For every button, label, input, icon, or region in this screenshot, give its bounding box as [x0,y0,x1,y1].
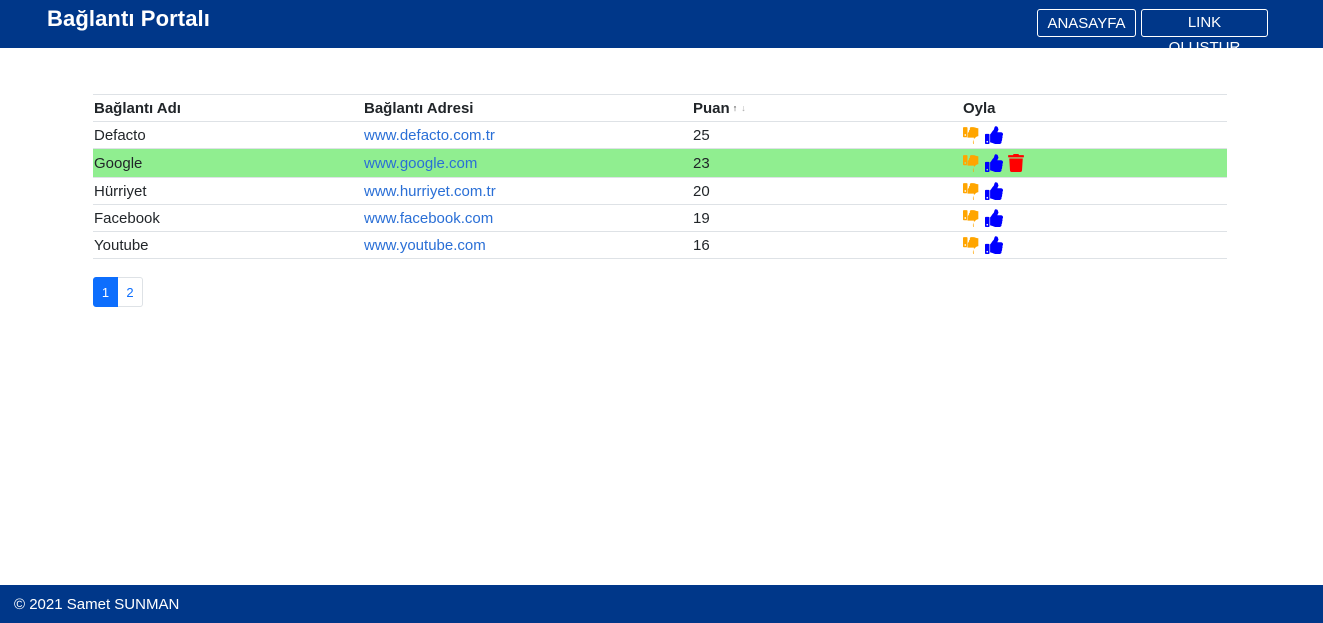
arrow-up-icon[interactable]: ↑ [733,103,738,113]
link-name: Youtube [93,231,363,259]
table-row: Google www.google.com 23 [93,148,1227,178]
link-score: 19 [692,204,962,232]
thumbs-down-icon[interactable] [963,209,981,227]
link-url-cell: www.google.com [363,148,692,178]
table-row: Hürriyet www.hurriyet.com.tr 20 [93,177,1227,205]
page-1-button[interactable]: 1 [93,277,118,307]
vote-cell [962,231,1227,259]
link-score: 20 [692,177,962,205]
link-url[interactable]: www.facebook.com [364,210,493,227]
table-header-row: Bağlantı Adı Bağlantı Adresi Puan ↑ ↓ Oyla [93,94,1227,122]
link-name: Defacto [93,121,363,149]
link-score: 25 [692,121,962,149]
column-header-score-label[interactable]: Puan [693,100,730,117]
pagination: 1 2 [93,277,143,307]
vote-cell [962,148,1227,178]
column-header-name: Bağlantı Adı [93,94,363,122]
create-link-button[interactable]: LINK OLUŞTUR [1141,9,1268,56]
link-url-cell: www.defacto.com.tr [363,121,692,149]
thumbs-up-icon[interactable] [985,126,1003,144]
thumbs-down-icon[interactable] [963,236,981,254]
table-row: Defacto www.defacto.com.tr 25 [93,121,1227,149]
thumbs-up-icon[interactable] [985,209,1003,227]
home-button[interactable]: ANASAYFA [1037,9,1136,37]
arrow-down-icon[interactable]: ↓ [741,103,746,113]
table-row: Youtube www.youtube.com 16 [93,231,1227,259]
footer-copyright: © 2021 Samet SUNMAN [14,596,180,613]
top-navbar: Bağlantı Portalı ANASAYFA LINK OLUŞTUR [0,0,1323,56]
link-url[interactable]: www.youtube.com [364,237,486,254]
trash-icon[interactable] [1007,154,1025,172]
thumbs-up-icon[interactable] [985,154,1003,172]
links-table: Bağlantı Adı Bağlantı Adresi Puan ↑ ↓ Oyla… [93,94,1227,259]
vote-cell [962,204,1227,232]
vote-cell [962,177,1227,205]
table-row: Facebook www.facebook.com 19 [93,204,1227,232]
footer: © 2021 Samet SUNMAN [0,585,1323,623]
link-url[interactable]: www.hurriyet.com.tr [364,183,496,200]
thumbs-down-icon[interactable] [963,154,981,172]
vote-cell [962,121,1227,149]
link-url[interactable]: www.google.com [364,155,477,172]
column-header-url: Bağlantı Adresi [363,94,692,122]
thumbs-down-icon[interactable] [963,182,981,200]
link-name: Facebook [93,204,363,232]
thumbs-up-icon[interactable] [985,236,1003,254]
link-url[interactable]: www.defacto.com.tr [364,127,495,144]
column-header-score[interactable]: Puan ↑ ↓ [692,94,962,122]
link-url-cell: www.facebook.com [363,204,692,232]
thumbs-up-icon[interactable] [985,182,1003,200]
link-name: Hürriyet [93,177,363,205]
link-url-cell: www.hurriyet.com.tr [363,177,692,205]
link-url-cell: www.youtube.com [363,231,692,259]
thumbs-down-icon[interactable] [963,126,981,144]
link-score: 16 [692,231,962,259]
column-header-vote: Oyla [962,94,1227,122]
brand-title[interactable]: Bağlantı Portalı [47,6,210,32]
page-2-button[interactable]: 2 [118,277,143,307]
link-score: 23 [692,148,962,178]
link-name: Google [93,148,363,178]
